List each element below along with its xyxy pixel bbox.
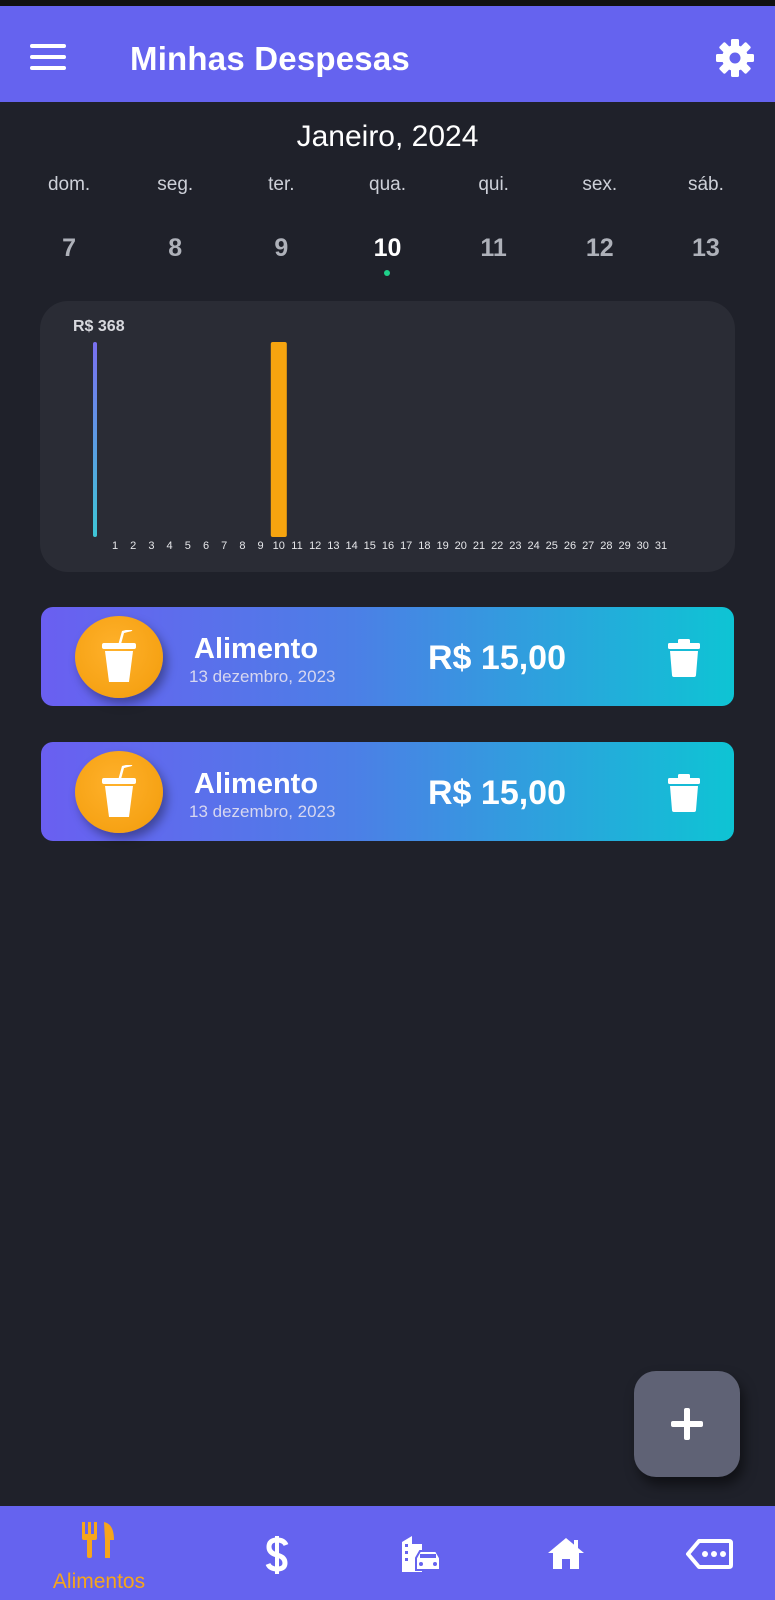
expense-item[interactable]: Alimento 13 dezembro, 2023 R$ 15,00: [41, 607, 734, 706]
weekday-label: sáb.: [687, 174, 724, 195]
x-tick-label: 7: [221, 540, 227, 552]
page-title: Minhas Despesas: [130, 40, 410, 77]
x-tick-label: 22: [491, 540, 503, 552]
x-tick-label: 18: [418, 540, 430, 552]
nav-item-alimentos[interactable]: Alimentos: [34, 1506, 164, 1600]
expense-name: Alimento: [194, 768, 319, 800]
expense-amount: R$ 15,00: [428, 774, 566, 812]
x-tick-label: 1: [112, 540, 118, 552]
day-number: 12: [585, 234, 614, 262]
day-cell-selected[interactable]: 10: [334, 234, 440, 282]
x-tick-label: 10: [273, 540, 285, 552]
chart-bar: [270, 342, 287, 537]
dollar-icon: [265, 1536, 289, 1574]
y-max-label: R$ 368: [73, 318, 125, 335]
x-tick-label: 25: [546, 540, 558, 552]
x-tick-label: 23: [509, 540, 521, 552]
nav-label-alimentos: Alimentos: [52, 1570, 146, 1593]
chart-canvas: R$ 368 1 2 3 4 5 6 7 8 9 10 11 12 13 14 15 16 17 18 19 20 21…: [73, 318, 667, 552]
expense-amount: R$ 15,00: [428, 639, 566, 677]
fork-knife-icon: [82, 1522, 114, 1558]
weekday-label: dom.: [47, 174, 91, 195]
x-tick-label: 26: [564, 540, 576, 552]
weekday-header: dom. seg. ter. qua. qui. sex. sáb.: [16, 174, 759, 196]
x-tick-label: 11: [291, 540, 302, 552]
gear-icon[interactable]: [715, 38, 755, 78]
x-tick-label: 15: [364, 540, 376, 552]
x-tick-label: 19: [436, 540, 448, 552]
x-tick-label: 13: [327, 540, 339, 552]
expense-date: 13 dezembro, 2023: [189, 802, 336, 821]
nav-item-finance[interactable]: [250, 1506, 310, 1600]
day-cell[interactable]: 9: [228, 234, 334, 282]
tag-icon: [686, 1539, 733, 1569]
category-icon-circle: [75, 616, 163, 698]
x-tick-label: 21: [473, 540, 485, 552]
x-tick-label: 20: [455, 540, 467, 552]
weekday-label: ter.: [268, 174, 295, 195]
weekday-label: seg.: [157, 174, 194, 195]
x-tick-label: 3: [148, 540, 154, 552]
nav-item-transport[interactable]: [390, 1506, 450, 1600]
day-number: 7: [62, 234, 77, 262]
x-tick-label: 16: [382, 540, 394, 552]
x-tick-label: 4: [167, 540, 173, 552]
x-tick-label: 28: [600, 540, 612, 552]
day-cell[interactable]: 7: [16, 234, 122, 282]
expense-name: Alimento: [194, 633, 319, 665]
selected-day-dot: [384, 270, 391, 276]
nav-item-home[interactable]: [535, 1506, 595, 1600]
x-tick-label: 31: [655, 540, 667, 552]
app-bar: Minhas Despesas: [0, 6, 775, 102]
expense-date: 13 dezembro, 2023: [189, 667, 336, 686]
home-icon: [548, 1538, 584, 1569]
x-tick-label: 6: [203, 540, 209, 552]
weekday-label: sex.: [582, 174, 618, 195]
x-tick-label: 5: [185, 540, 191, 552]
x-tick-label: 17: [400, 540, 412, 552]
x-tick-label: 9: [258, 540, 264, 552]
day-number: 9: [274, 234, 289, 262]
category-icon-circle: [75, 751, 163, 833]
week-day-selector: 7 8 9 10 11 12 13: [16, 234, 759, 282]
expense-item[interactable]: Alimento 13 dezembro, 2023 R$ 15,00: [41, 742, 734, 841]
nav-item-other[interactable]: [680, 1506, 740, 1600]
x-tick-label: 8: [239, 540, 245, 552]
y-axis-bar: [93, 342, 97, 537]
x-tick-label: 14: [345, 540, 357, 552]
month-label: Janeiro, 2024: [296, 120, 479, 153]
trash-icon[interactable]: [667, 774, 701, 812]
x-tick-label: 2: [130, 540, 136, 552]
menu-icon[interactable]: [30, 44, 68, 70]
day-cell[interactable]: 13: [653, 234, 759, 282]
drink-cup-icon: [102, 765, 136, 817]
x-tick-label: 30: [637, 540, 649, 552]
bottom-nav: Alimentos: [0, 1506, 775, 1600]
day-cell[interactable]: 11: [441, 234, 547, 282]
day-number: 8: [168, 234, 183, 262]
weekday-label: qui.: [478, 174, 509, 195]
x-tick-label: 12: [309, 540, 321, 552]
add-expense-button[interactable]: [634, 1371, 740, 1477]
x-tick-label: 24: [527, 540, 539, 552]
day-cell[interactable]: 12: [547, 234, 653, 282]
drink-cup-icon: [102, 630, 136, 682]
day-number: 13: [692, 234, 720, 262]
trash-icon[interactable]: [667, 639, 701, 677]
daily-expense-chart: R$ 368 1 2 3 4 5 6 7 8 9 10 11 12 13 14 15 16 17 18 19 20 21…: [40, 301, 735, 572]
weekday-label: qua.: [369, 174, 406, 195]
day-number: 11: [480, 234, 507, 262]
x-tick-label: 29: [618, 540, 630, 552]
x-tick-label: 27: [582, 540, 594, 552]
day-cell[interactable]: 8: [122, 234, 228, 282]
day-number: 10: [373, 234, 402, 262]
city-car-icon: [402, 1536, 441, 1572]
